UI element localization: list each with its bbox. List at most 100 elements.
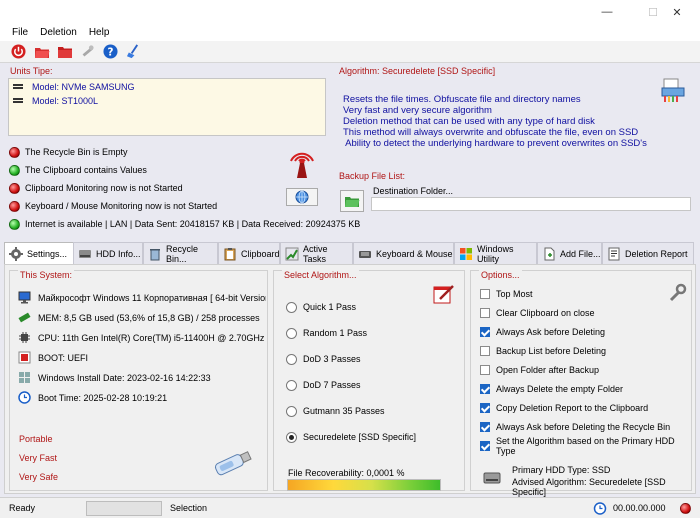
system-os-text: Майкрософт Windows 11 Корпоративная [ 64… [38,292,266,303]
toolbar: ? [0,41,700,63]
tab-hdd-info[interactable]: HDD Info... [73,242,143,264]
checkbox[interactable] [480,383,490,394]
menu-deletion[interactable]: Deletion [34,27,83,38]
algorithm-option-random[interactable]: Random 1 Pass [286,320,416,346]
settings-content: This System: Майкрософт Windows 11 Корпо… [4,264,696,497]
algorithm-option-securedelete[interactable]: Securedelete [SSD Specific] [286,424,416,450]
radio-button[interactable] [286,301,297,313]
green-folder-icon [345,196,360,207]
algorithm-option-quick[interactable]: Quick 1 Pass [286,294,416,320]
radio-label: DoD 7 Passes [303,380,361,390]
option-backup-list[interactable]: Backup List before Deleting [480,342,690,361]
option-top-most[interactable]: Top Most [480,285,690,304]
shredder-icon [661,78,685,102]
feature-very-safe: Very Safe [19,472,59,482]
red-folder-button[interactable] [54,42,75,61]
help-icon: ? [103,44,118,59]
tab-clipboard[interactable]: Clipboard [218,242,280,264]
tab-label: HDD Info... [96,248,141,259]
option-clear-clipboard[interactable]: Clear Clipboard on close [480,304,690,323]
hdd-icon [79,249,91,258]
checkbox[interactable] [480,308,490,319]
radio-button[interactable] [286,327,297,339]
checkbox[interactable] [480,421,490,432]
backup-panel: Backup File List: Destination Folder... [334,168,694,216]
tab-keyboard-mouse[interactable]: Keyboard & Mouse [353,242,454,264]
checkbox-label: Clear Clipboard on close [496,308,595,319]
system-cpu-text: CPU: 11th Gen Intel(R) Core(TM) i5-11400… [38,332,265,343]
cpu-icon [19,332,30,343]
algorithm-option-gutmann[interactable]: Gutmann 35 Passes [286,398,416,424]
algorithm-description: Resets the file times. Obfuscate file an… [343,94,653,149]
list-item[interactable]: Model: ST1000L [9,95,325,106]
option-ask-before-deleting[interactable]: Always Ask before Deleting [480,323,690,342]
notepad-pen-icon [433,285,454,304]
backup-title: Backup File List: [339,171,406,181]
option-delete-empty-folder[interactable]: Always Delete the empty Folder [480,379,690,398]
help-button[interactable]: ? [100,42,121,61]
tab-settings[interactable]: Settings... [4,242,82,265]
report-icon [608,247,620,260]
menu-help[interactable]: Help [83,27,116,38]
option-open-folder[interactable]: Open Folder after Backup [480,361,690,380]
open-folder-button[interactable] [31,42,52,61]
tab-active-tasks[interactable]: Active Tasks [280,242,353,264]
close-button[interactable]: ✕ [654,0,700,24]
status-red-icon [9,200,20,212]
checkbox[interactable] [480,346,490,357]
monitor-icon [18,291,31,304]
drive-label: Model: ST1000L [32,95,99,106]
tab-windows-utility[interactable]: Windows Utility [454,242,537,264]
radio-button[interactable] [286,379,297,391]
feature-portable: Portable [19,434,53,444]
red-folder-icon [57,46,72,58]
checkbox-label: Always Ask before Deleting the Recycle B… [496,421,671,432]
tab-label: Keyboard & Mouse [376,248,453,259]
radio-button[interactable] [286,353,297,365]
algorithm-description-line: This method will always overwrite and ob… [343,127,639,138]
primary-hdd-type: Primary HDD Type: SSD [512,465,611,475]
svg-text:?: ? [108,46,114,58]
system-memory-row: MEM: 8,5 GB used (53,6% of 15,8 GB) / 25… [18,308,266,327]
add-file-icon [544,247,555,260]
status-text: The Recycle Bin is Empty [25,147,128,157]
tab-deletion-report[interactable]: Deletion Report [602,242,694,264]
units-title: Units Tipe: [10,66,53,76]
destination-folder-field[interactable] [371,197,691,211]
checkbox-label: Backup List before Deleting [496,346,607,357]
options-title: Options... [479,270,522,280]
broom-button[interactable] [123,42,144,61]
option-copy-report[interactable]: Copy Deletion Report to the Clipboard [480,398,690,417]
option-algorithm-by-hdd[interactable]: Set the Algorithm based on the Primary H… [480,436,690,456]
status-text: Clipboard Monitoring now is not Started [25,183,183,193]
radio-label: Securedelete [SSD Specific] [303,432,417,442]
menu-file[interactable]: File [6,27,34,38]
status-red-icon [9,182,20,194]
status-internet: Internet is available | LAN | Data Sent:… [9,215,360,233]
windows-icon [460,247,472,260]
checkbox[interactable] [480,365,490,375]
radio-button[interactable] [286,405,297,417]
algorithm-option-dod7[interactable]: DoD 7 Passes [286,372,416,398]
radio-button[interactable] [286,431,297,443]
checkbox[interactable] [480,402,490,413]
tab-recycle-bin[interactable]: Recycle Bin... [143,242,218,264]
checkbox[interactable] [480,440,490,451]
menu-bar: File Deletion Help [0,24,700,41]
tab-label: Deletion Report [625,248,688,259]
option-ask-recycle-bin[interactable]: Always Ask before Deleting the Recycle B… [480,417,690,436]
power-button[interactable] [8,42,29,61]
checkbox[interactable] [480,327,490,338]
algorithm-option-dod3[interactable]: DoD 3 Passes [286,346,416,372]
status-bar: Ready Selection 00.00.00.000 [0,497,700,518]
browse-folder-button[interactable] [340,190,364,212]
checkbox[interactable] [480,289,490,300]
network-button[interactable] [286,188,318,206]
minimize-button[interactable]: — [584,0,630,24]
algorithm-description-line: Very fast and very secure algorithm [343,105,492,116]
units-list[interactable]: Model: NVMe SAMSUNG Model: ST1000L [8,78,326,136]
antenna-icon [290,152,314,178]
recoverability-bar [287,479,441,491]
tab-add-file[interactable]: Add File... [537,242,602,264]
list-item[interactable]: Model: NVMe SAMSUNG [9,81,325,92]
